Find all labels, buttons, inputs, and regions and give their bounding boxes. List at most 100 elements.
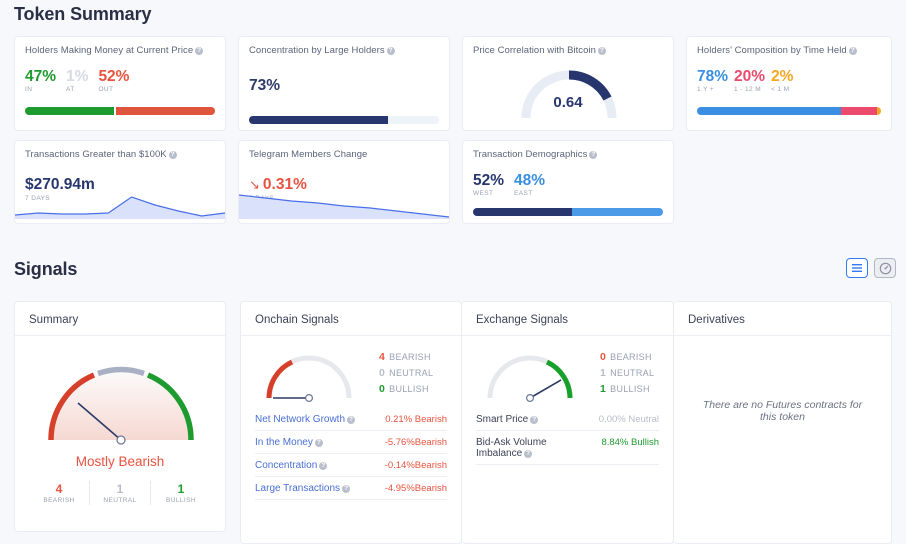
- help-icon[interactable]: ?: [387, 47, 395, 55]
- panel-onchain-signals: Onchain Signals 4BEARISH 0NEUTRAL 0BULLI…: [240, 301, 462, 544]
- panel-title: Exchange Signals: [462, 302, 673, 336]
- stat-value: 48%: [514, 173, 545, 189]
- panel-summary: Summary Mostly Bearish 4: [14, 301, 226, 532]
- signal-name[interactable]: In the Money?: [255, 437, 323, 448]
- composition-bar: [25, 107, 215, 115]
- stat-value: 1%: [66, 69, 88, 85]
- bar-segment-under-1m: [877, 107, 881, 115]
- bar-segment-west: [473, 208, 572, 216]
- count-number: 1: [151, 482, 211, 496]
- help-icon[interactable]: ?: [849, 47, 857, 55]
- signal-name[interactable]: Concentration?: [255, 460, 327, 471]
- signal-row-in-the-money[interactable]: In the Money? -5.76%Bearish: [255, 431, 447, 454]
- stat-row: 78% 1 Y + 20% 1 - 12 M 2% < 1 M: [697, 69, 881, 93]
- signal-value: 8.84% Bullish: [597, 437, 659, 448]
- page-title: Token Summary: [14, 4, 151, 25]
- card-title-text: Telegram Members Change: [249, 149, 367, 160]
- help-icon[interactable]: ?: [530, 416, 538, 424]
- concentration-bar: [249, 116, 439, 124]
- count-number: 1: [90, 482, 150, 496]
- card-title-text: Concentration by Large Holders: [249, 45, 385, 56]
- help-icon[interactable]: ?: [319, 462, 327, 470]
- exchange-count-neutral: 1 NEUTRAL: [600, 367, 654, 379]
- help-icon[interactable]: ?: [598, 47, 606, 55]
- empty-message: There are no Futures contracts for this …: [674, 399, 891, 423]
- help-icon[interactable]: ?: [315, 439, 323, 447]
- count-number: 0: [379, 367, 385, 379]
- summary-counts: 4 BEARISH 1 NEUTRAL 1 BULLISH: [15, 481, 225, 505]
- signal-name[interactable]: Smart Price?: [476, 414, 538, 425]
- stat-east: 48% EAST: [514, 173, 545, 197]
- summary-verdict: Mostly Bearish: [15, 454, 225, 469]
- count-label: NEUTRAL: [389, 368, 433, 378]
- stat-label: 1 - 12 M: [734, 86, 765, 93]
- count-label: BULLISH: [610, 384, 650, 394]
- count-number: 1: [600, 383, 606, 395]
- stat-value: 78%: [697, 69, 728, 85]
- card-title-text: Transactions Greater than $100K: [25, 149, 167, 160]
- signal-name[interactable]: Bid-Ask Volume Imbalance?: [476, 437, 594, 459]
- stat-under-1-month: 2% < 1 M: [771, 69, 793, 93]
- count-number: 0: [600, 351, 606, 363]
- card-title: Telegram Members Change: [249, 149, 439, 160]
- onchain-counts: 4BEARISH 0NEUTRAL 0BULLISH: [379, 351, 433, 395]
- panel-title: Onchain Signals: [241, 302, 461, 336]
- count-label: NEUTRAL: [90, 497, 150, 504]
- help-icon[interactable]: ?: [589, 151, 597, 159]
- stat-label: EAST: [514, 190, 545, 197]
- card-telegram-members-change: Telegram Members Change ↘ 0.31% 7 DAYS: [238, 140, 450, 224]
- help-icon[interactable]: ?: [342, 485, 350, 493]
- card-concentration-large-holders: Concentration by Large Holders? 73%: [238, 36, 450, 131]
- transactions-sparkline: [15, 189, 225, 219]
- count-label: BULLISH: [389, 384, 429, 394]
- signal-row-net-network-growth[interactable]: Net Network Growth? 0.21% Bearish: [255, 408, 447, 431]
- bar-segment-filled: [249, 116, 388, 124]
- signal-row-smart-price[interactable]: Smart Price? 0.00% Neutral: [476, 408, 659, 431]
- onchain-gauge: [245, 342, 373, 404]
- help-icon[interactable]: ?: [169, 151, 177, 159]
- bar-segment-east: [572, 208, 663, 216]
- signal-row-large-transactions[interactable]: Large Transactions? -4.95%Bearish: [255, 477, 447, 500]
- help-icon[interactable]: ?: [195, 47, 203, 55]
- signal-name[interactable]: Net Network Growth?: [255, 414, 355, 425]
- signal-row-bid-ask-volume-imbalance[interactable]: Bid-Ask Volume Imbalance? 8.84% Bullish: [476, 431, 659, 465]
- summary-gauge: [15, 342, 225, 450]
- stat-value: 20%: [734, 69, 765, 85]
- stat-row: 47% IN 1% AT 52% OUT: [25, 69, 215, 93]
- summary-count-neutral: 1 NEUTRAL: [90, 482, 150, 504]
- panel-derivatives: Derivatives There are no Futures contrac…: [674, 301, 892, 544]
- help-icon[interactable]: ?: [347, 416, 355, 424]
- count-label: NEUTRAL: [610, 368, 654, 378]
- stat-label: OUT: [98, 86, 129, 93]
- telegram-sparkline: [239, 189, 449, 219]
- dashboard-page: Token Summary Holders Making Money at Cu…: [0, 0, 906, 544]
- signal-row-concentration[interactable]: Concentration? -0.14%Bearish: [255, 454, 447, 477]
- card-title-text: Holders' Composition by Time Held: [697, 45, 847, 56]
- bar-segment-1-12m: [841, 107, 878, 115]
- count-number: 0: [379, 383, 385, 395]
- card-title-text: Transaction Demographics: [473, 149, 587, 160]
- card-holders-making-money: Holders Making Money at Current Price? 4…: [14, 36, 226, 131]
- gauge-view-icon[interactable]: [874, 258, 896, 278]
- exchange-gauge: [466, 342, 594, 404]
- bar-segment-1y-plus: [697, 107, 841, 115]
- demographics-bar: [473, 208, 663, 216]
- stat-1-12-months: 20% 1 - 12 M: [734, 69, 765, 93]
- list-view-icon[interactable]: [846, 258, 868, 278]
- signals-view-toggle: [846, 258, 896, 278]
- card-title: Holders Making Money at Current Price?: [25, 45, 215, 56]
- count-number: 4: [29, 482, 89, 496]
- bar-segment-in: [25, 107, 114, 115]
- stat-value: 52%: [473, 173, 504, 189]
- signal-value: -4.95%Bearish: [381, 483, 447, 494]
- bar-segment-track: [388, 116, 439, 124]
- concentration-value: 73%: [249, 77, 439, 95]
- stat-label: AT: [66, 86, 88, 93]
- signal-name[interactable]: Large Transactions?: [255, 483, 350, 494]
- count-label: BULLISH: [151, 497, 211, 504]
- stat-1y-plus: 78% 1 Y +: [697, 69, 728, 93]
- count-number: 1: [600, 367, 606, 379]
- help-icon[interactable]: ?: [524, 450, 532, 458]
- stat-value: 47%: [25, 69, 56, 85]
- stat-label: WEST: [473, 190, 504, 197]
